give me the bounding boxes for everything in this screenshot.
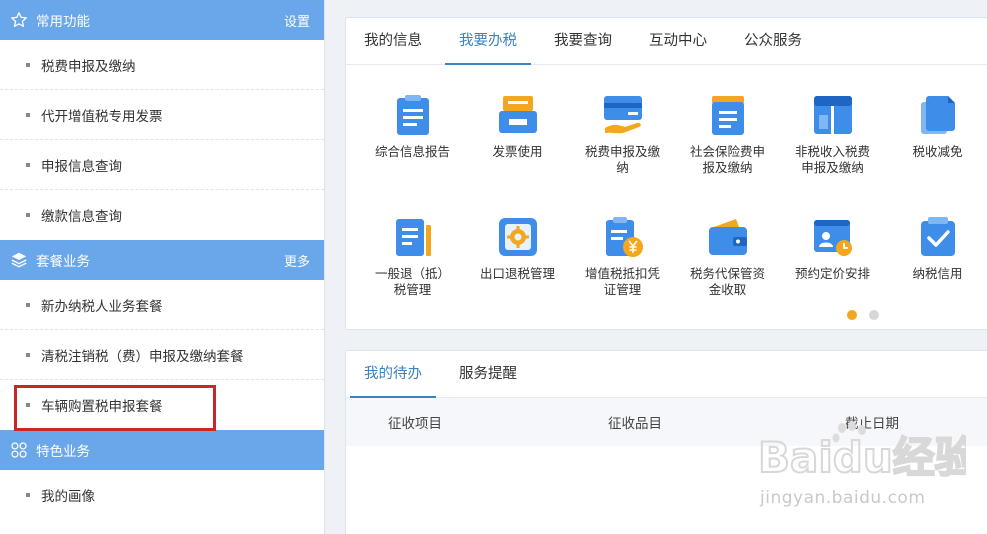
- baidu-jingyan-watermark: Baidu经验 jingyan.baidu.com: [756, 418, 966, 518]
- tile-label: 一般退（抵）税管理: [374, 266, 450, 297]
- package-list: 新办纳税人业务套餐 清税注销税（费）申报及缴纳套餐 车辆购置税申报套餐: [0, 280, 324, 431]
- sidebar-item-deregistration-package[interactable]: 清税注销税（费）申报及缴纳套餐: [0, 330, 324, 380]
- bullet-icon: [26, 352, 30, 357]
- column-levy-category[interactable]: 征收品目: [484, 412, 786, 432]
- section-title: 特色业务: [36, 444, 90, 460]
- sidebar-item-payment-query[interactable]: 缴款信息查询: [0, 190, 324, 240]
- tax-credit-check-icon: [920, 217, 955, 256]
- sidebar-item-vehicle-purchase-tax-package[interactable]: 车辆购置税申报套餐: [0, 380, 324, 431]
- bullet-icon: [26, 403, 30, 407]
- bullet-icon: [26, 112, 30, 117]
- section-header-package[interactable]: 套餐业务 更多: [0, 240, 324, 280]
- service-grid: 综合信息报告 发票使用 税费申报及缴纳 社会保险费申报及缴纳 非税收入税费申报及…: [346, 65, 987, 329]
- tile-non-tax-revenue[interactable]: 非税收入税费申报及缴纳: [780, 93, 885, 215]
- tab-service-reminder[interactable]: 服务提醒: [445, 351, 531, 397]
- watermark-brand: Baidu经验: [758, 433, 966, 482]
- tile-label: 预约定价安排: [794, 266, 870, 281]
- sidebar-item-tax-declaration[interactable]: 税费申报及缴纳: [0, 40, 324, 90]
- tile-tax-refund[interactable]: 一般退（抵）税管理: [360, 215, 465, 329]
- tile-label: 非税收入税费申报及缴纳: [794, 144, 870, 175]
- tile-label: 纳税信用: [912, 266, 963, 281]
- tab-query[interactable]: 我要查询: [540, 18, 626, 64]
- layers-icon: [11, 252, 27, 268]
- tile-label: 税务代保管资金收取: [689, 266, 765, 297]
- carousel-pager: [847, 310, 879, 320]
- tab-tax-handling[interactable]: 我要办税: [445, 18, 531, 65]
- common-list: 税费申报及缴纳 代开增值税专用发票 申报信息查询 缴款信息查询: [0, 40, 324, 240]
- sidebar-item-declaration-query[interactable]: 申报信息查询: [0, 140, 324, 190]
- tile-social-insurance[interactable]: 社会保险费申报及缴纳: [675, 93, 780, 215]
- sidebar-item-my-profile[interactable]: 我的画像: [0, 470, 324, 520]
- tile-label: 出口退税管理: [479, 266, 555, 281]
- star-icon: [11, 12, 27, 27]
- sidebar-item-label: 代开增值税专用发票: [41, 108, 163, 125]
- sidebar-item-label: 我的画像: [41, 489, 95, 505]
- tab-my-todo[interactable]: 我的待办: [350, 351, 436, 398]
- sidebar-item-new-taxpayer-package[interactable]: 新办纳税人业务套餐: [0, 280, 324, 330]
- bullet-icon: [26, 302, 30, 307]
- bullet-icon: [26, 62, 30, 67]
- tile-invoice-use[interactable]: 发票使用: [465, 93, 570, 215]
- sidebar-item-vat-invoice[interactable]: 代开增值税专用发票: [0, 90, 324, 140]
- tab-public-service[interactable]: 公众服务: [730, 18, 816, 64]
- section-header-special[interactable]: 特色业务: [0, 430, 324, 470]
- section-header-common[interactable]: 常用功能 设置: [0, 0, 324, 40]
- tax-refund-icon: [395, 219, 431, 256]
- tile-label: 增值税抵扣凭证管理: [584, 266, 660, 297]
- tax-relief-icon: [920, 96, 955, 134]
- section-title: 常用功能: [36, 14, 90, 30]
- tile-label: 税收减免: [912, 144, 963, 159]
- tile-tax-relief[interactable]: 税收减免: [885, 93, 987, 215]
- sidebar-item-label: 缴款信息查询: [41, 209, 122, 225]
- column-levy-item[interactable]: 征收项目: [346, 412, 484, 432]
- watermark-url: jingyan.baidu.com: [760, 488, 926, 508]
- settings-link[interactable]: 设置: [284, 11, 310, 30]
- export-refund-gear-icon: [498, 218, 537, 256]
- tile-tax-credit[interactable]: 纳税信用: [885, 215, 987, 329]
- tile-vat-deduction[interactable]: 增值税抵扣凭证管理: [570, 215, 675, 329]
- bullet-icon: [26, 162, 30, 167]
- sidebar-item-label: 新办纳税人业务套餐: [41, 298, 163, 315]
- wallet-icon: [708, 219, 747, 255]
- tile-tax-declaration[interactable]: 税费申报及缴纳: [570, 93, 675, 215]
- tile-export-refund[interactable]: 出口退税管理: [465, 215, 570, 329]
- social-insurance-icon: [711, 96, 744, 135]
- non-tax-revenue-icon: [813, 96, 852, 134]
- services-panel: 我的信息 我要办税 我要查询 互动中心 公众服务 综合信息报告 发票使用 税费申…: [345, 17, 987, 330]
- baidu-logo-icon: Baidu经验: [757, 421, 966, 483]
- tile-label: 发票使用: [492, 144, 543, 159]
- sidebar-item-label: 清税注销税（费）申报及缴纳套餐: [41, 348, 244, 365]
- bullet-icon: [26, 213, 30, 217]
- sidebar-item-label: 车辆购置税申报套餐: [41, 399, 163, 415]
- sidebar-item-label: 申报信息查询: [41, 158, 122, 175]
- card-hand-icon: [603, 96, 642, 134]
- section-title: 套餐业务: [36, 254, 90, 270]
- tile-custody-funds[interactable]: 税务代保管资金收取: [675, 215, 780, 329]
- more-link[interactable]: 更多: [284, 251, 310, 270]
- tile-label: 社会保险费申报及缴纳: [689, 144, 765, 175]
- pager-dot-1[interactable]: [847, 310, 857, 320]
- clipboard-report-icon: [396, 95, 429, 135]
- tile-label: 税费申报及缴纳: [584, 144, 660, 175]
- tile-comprehensive-report[interactable]: 综合信息报告: [360, 93, 465, 215]
- bullet-icon: [26, 493, 30, 497]
- invoice-printer-icon: [498, 96, 537, 133]
- pager-dot-2[interactable]: [869, 310, 879, 320]
- sidebar-item-label: 税费申报及缴纳: [41, 58, 136, 75]
- todo-tabs: 我的待办 服务提醒: [346, 351, 987, 398]
- tile-label: 综合信息报告: [374, 144, 450, 159]
- grid-four-icon: [11, 442, 27, 458]
- sidebar: 常用功能 设置 税费申报及缴纳 代开增值税专用发票 申报信息查询 缴款信息查询 …: [0, 0, 325, 534]
- tab-interaction-center[interactable]: 互动中心: [635, 18, 721, 64]
- main-tabs: 我的信息 我要办税 我要查询 互动中心 公众服务: [346, 18, 987, 65]
- tab-my-info[interactable]: 我的信息: [350, 18, 436, 64]
- vat-deduction-yen-icon: [605, 217, 643, 257]
- special-list: 我的画像: [0, 470, 324, 520]
- pricing-appointment-icon: [813, 220, 852, 256]
